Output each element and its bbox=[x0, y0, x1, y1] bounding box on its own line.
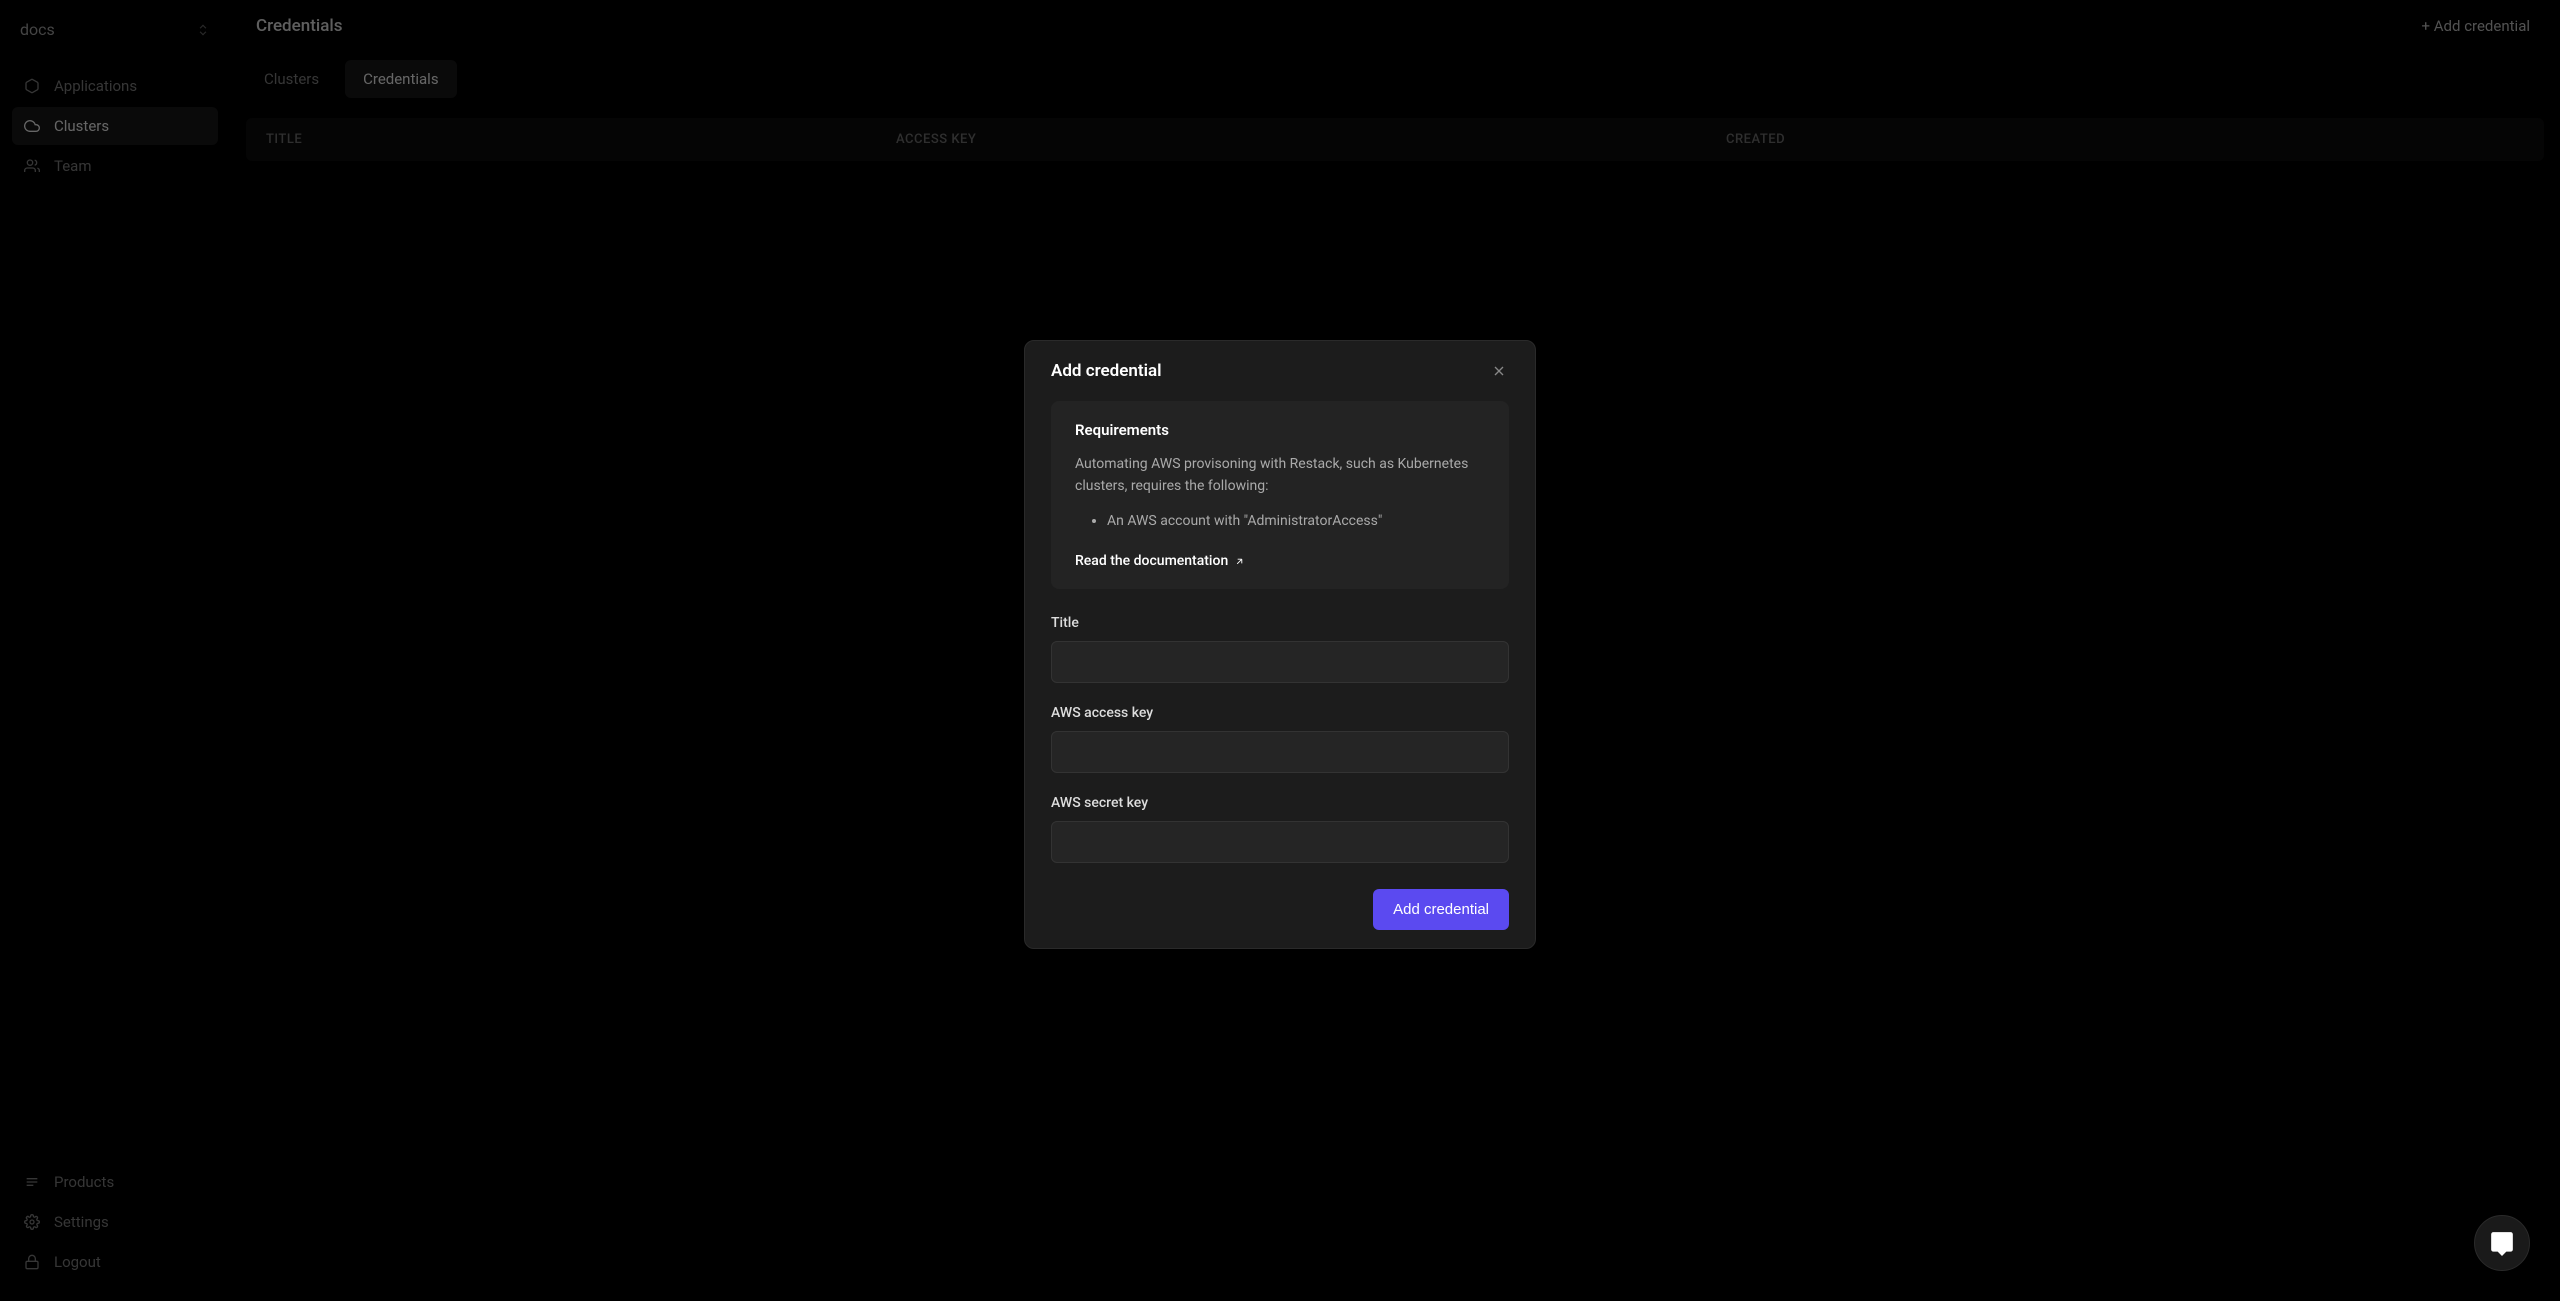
secret-key-input[interactable] bbox=[1051, 821, 1509, 863]
title-field-group: Title bbox=[1051, 615, 1509, 683]
access-key-label: AWS access key bbox=[1051, 705, 1509, 721]
requirements-box: Requirements Automating AWS provisoning … bbox=[1051, 401, 1509, 589]
submit-button[interactable]: Add credential bbox=[1373, 889, 1509, 930]
modal-title: Add credential bbox=[1051, 361, 1162, 381]
modal-body: Requirements Automating AWS provisoning … bbox=[1025, 401, 1535, 948]
chat-icon bbox=[2489, 1230, 2515, 1256]
close-icon[interactable] bbox=[1489, 361, 1509, 381]
requirements-title: Requirements bbox=[1075, 421, 1485, 439]
title-input[interactable] bbox=[1051, 641, 1509, 683]
add-credential-modal: Add credential Requirements Automating A… bbox=[1024, 340, 1536, 949]
documentation-link-label: Read the documentation bbox=[1075, 553, 1228, 569]
title-label: Title bbox=[1051, 615, 1509, 631]
modal-overlay[interactable]: Add credential Requirements Automating A… bbox=[0, 0, 2560, 1301]
secret-key-field-group: AWS secret key bbox=[1051, 795, 1509, 863]
requirements-text: Automating AWS provisoning with Restack,… bbox=[1075, 453, 1485, 498]
access-key-input[interactable] bbox=[1051, 731, 1509, 773]
modal-footer: Add credential bbox=[1051, 885, 1509, 930]
requirements-list: An AWS account with "AdministratorAccess… bbox=[1075, 510, 1485, 532]
chat-widget[interactable] bbox=[2474, 1215, 2530, 1271]
access-key-field-group: AWS access key bbox=[1051, 705, 1509, 773]
documentation-link[interactable]: Read the documentation bbox=[1075, 553, 1245, 569]
secret-key-label: AWS secret key bbox=[1051, 795, 1509, 811]
modal-header: Add credential bbox=[1025, 341, 1535, 401]
external-link-icon bbox=[1234, 556, 1245, 567]
requirements-item: An AWS account with "AdministratorAccess… bbox=[1107, 510, 1485, 532]
